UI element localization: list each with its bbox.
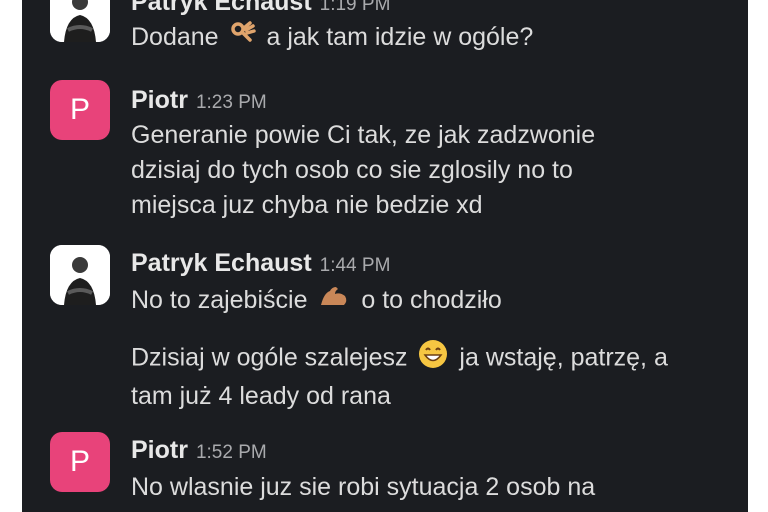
- message-text: Dodane a jak tam idzie w ogóle?: [131, 20, 533, 56]
- chat-panel: Patryk Echaust 1:19 PM Dodane a jak tam i…: [22, 0, 748, 512]
- message-text: Dzisiaj w ogóle szalejesz ja wstaję, pat…: [131, 339, 668, 414]
- timestamp[interactable]: 1:52 PM: [196, 442, 267, 463]
- grinning-face-emoji: [418, 339, 448, 379]
- author-name[interactable]: Piotr 1:52 PM: [131, 436, 267, 465]
- flexed-biceps-emoji: [318, 283, 350, 319]
- message-text: Generanie powie Ci tak, ze jak zadzwonie…: [131, 121, 596, 219]
- avatar[interactable]: P: [50, 432, 110, 492]
- message-text: No to zajebiście o to chodziło: [131, 283, 502, 319]
- avatar[interactable]: [50, 0, 110, 42]
- author-name[interactable]: Patryk Echaust 1:19 PM: [131, 0, 390, 17]
- message-text: No wlasnie juz sie robi sytuacja 2 osob …: [131, 473, 596, 501]
- author-name[interactable]: Piotr 1:23 PM: [131, 86, 267, 115]
- avatar[interactable]: [50, 245, 110, 305]
- person-photo-icon: [50, 0, 110, 42]
- timestamp[interactable]: 1:19 PM: [320, 0, 391, 15]
- author-name[interactable]: Patryk Echaust 1:44 PM: [131, 249, 390, 278]
- person-photo-icon: [50, 245, 110, 305]
- avatar[interactable]: P: [50, 80, 110, 140]
- timestamp[interactable]: 1:44 PM: [320, 255, 391, 276]
- timestamp[interactable]: 1:23 PM: [196, 92, 267, 113]
- ok-hand-emoji: [230, 20, 256, 56]
